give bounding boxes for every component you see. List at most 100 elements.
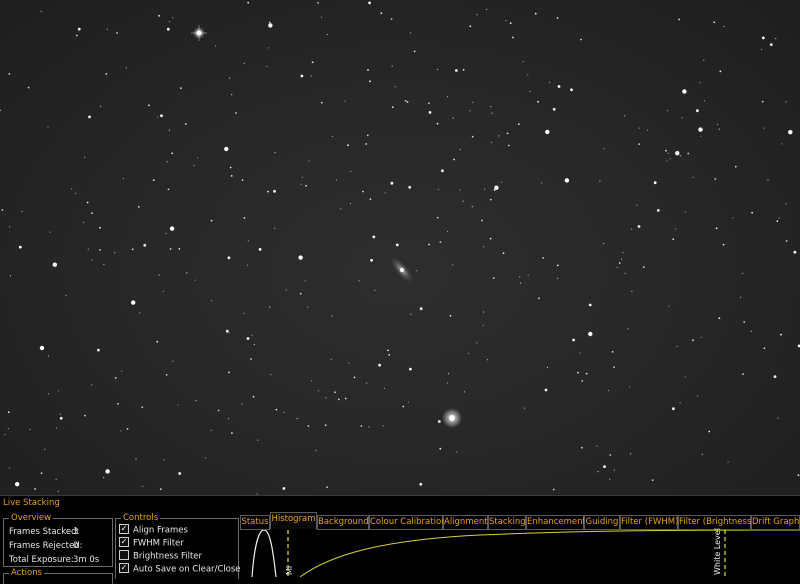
star xyxy=(370,258,373,262)
star xyxy=(47,393,50,395)
star xyxy=(486,359,488,361)
star xyxy=(142,485,144,487)
star xyxy=(628,386,631,388)
star xyxy=(388,354,391,356)
star xyxy=(114,252,116,254)
tab-status[interactable]: Status xyxy=(240,515,270,530)
star xyxy=(518,123,520,125)
star xyxy=(194,279,196,281)
star xyxy=(449,314,452,317)
checkbox-box[interactable]: ✓ xyxy=(119,524,129,534)
star xyxy=(231,94,233,96)
checkbox-box[interactable] xyxy=(119,550,129,560)
star xyxy=(157,116,159,118)
auto-save-checkbox[interactable]: ✓ Auto Save on Clear/Close xyxy=(119,563,241,575)
checkbox-box[interactable]: ✓ xyxy=(119,563,129,573)
star xyxy=(268,47,270,49)
star xyxy=(229,166,232,169)
star xyxy=(353,376,356,379)
star xyxy=(103,263,105,265)
star xyxy=(390,181,394,185)
star xyxy=(39,345,45,351)
star xyxy=(369,198,372,201)
star xyxy=(588,331,593,337)
star xyxy=(667,152,669,154)
star xyxy=(334,391,336,394)
tab-guiding[interactable]: Guiding xyxy=(584,515,620,530)
tab-alignment[interactable]: Alignment xyxy=(443,515,488,530)
star xyxy=(609,454,612,456)
tab-colour-calibration[interactable]: Colour Calibration xyxy=(369,515,447,530)
star xyxy=(700,336,702,338)
star xyxy=(348,362,350,364)
tab-background[interactable]: Background xyxy=(317,515,369,530)
star xyxy=(627,328,629,330)
star xyxy=(326,33,328,36)
midpoint-label: Mi xyxy=(285,565,294,575)
star xyxy=(453,158,455,161)
star xyxy=(581,380,584,382)
star xyxy=(27,86,30,89)
star xyxy=(428,102,430,105)
star xyxy=(570,88,573,92)
star xyxy=(406,101,409,103)
star xyxy=(679,402,681,404)
align-frames-checkbox[interactable]: ✓ Align Frames xyxy=(119,524,188,536)
star xyxy=(57,390,60,392)
star xyxy=(304,280,306,282)
star xyxy=(374,289,376,291)
star xyxy=(268,23,273,28)
star xyxy=(509,22,512,25)
tab-drift-graph[interactable]: Drift Graph xyxy=(751,515,800,530)
star xyxy=(549,81,551,83)
star xyxy=(656,209,660,212)
brightness-filter-checkbox[interactable]: Brightness Filter xyxy=(119,550,202,562)
star xyxy=(459,148,461,151)
tab-histogram[interactable]: Histogram xyxy=(270,512,317,530)
star xyxy=(217,409,220,412)
star xyxy=(366,134,369,137)
star xyxy=(369,80,371,83)
star xyxy=(282,487,286,490)
star xyxy=(100,105,102,107)
star xyxy=(243,217,246,219)
star xyxy=(437,188,440,190)
star xyxy=(227,418,230,420)
star xyxy=(459,189,461,191)
star xyxy=(340,208,342,210)
star xyxy=(275,408,278,411)
star xyxy=(416,270,418,272)
checkbox-box[interactable]: ✓ xyxy=(119,537,129,547)
star xyxy=(65,294,67,297)
tab-filter-fwhm[interactable]: Filter (FWHM) xyxy=(620,515,678,530)
star xyxy=(317,390,319,392)
star xyxy=(231,432,233,434)
fwhm-filter-checkbox[interactable]: ✓ FWHM Filter xyxy=(119,537,184,549)
star xyxy=(684,376,686,378)
star xyxy=(436,216,439,219)
star xyxy=(126,428,129,430)
star xyxy=(162,290,164,292)
star xyxy=(734,165,737,168)
star xyxy=(750,330,752,332)
star xyxy=(564,178,570,183)
star xyxy=(274,152,276,154)
star xyxy=(116,32,118,34)
star xyxy=(703,59,705,61)
star xyxy=(776,220,779,223)
star xyxy=(344,100,346,102)
star xyxy=(40,10,42,12)
star xyxy=(624,272,626,274)
star xyxy=(270,374,272,376)
star xyxy=(647,129,649,131)
star xyxy=(718,128,720,130)
tab-enhancement[interactable]: Enhancement xyxy=(526,515,586,530)
histogram-peak-curve xyxy=(251,530,277,577)
star xyxy=(621,258,623,260)
tab-stacking[interactable]: Stacking xyxy=(488,515,526,530)
star xyxy=(527,274,529,276)
star xyxy=(788,130,793,135)
star xyxy=(716,123,719,126)
star xyxy=(502,252,505,255)
star xyxy=(326,486,328,489)
